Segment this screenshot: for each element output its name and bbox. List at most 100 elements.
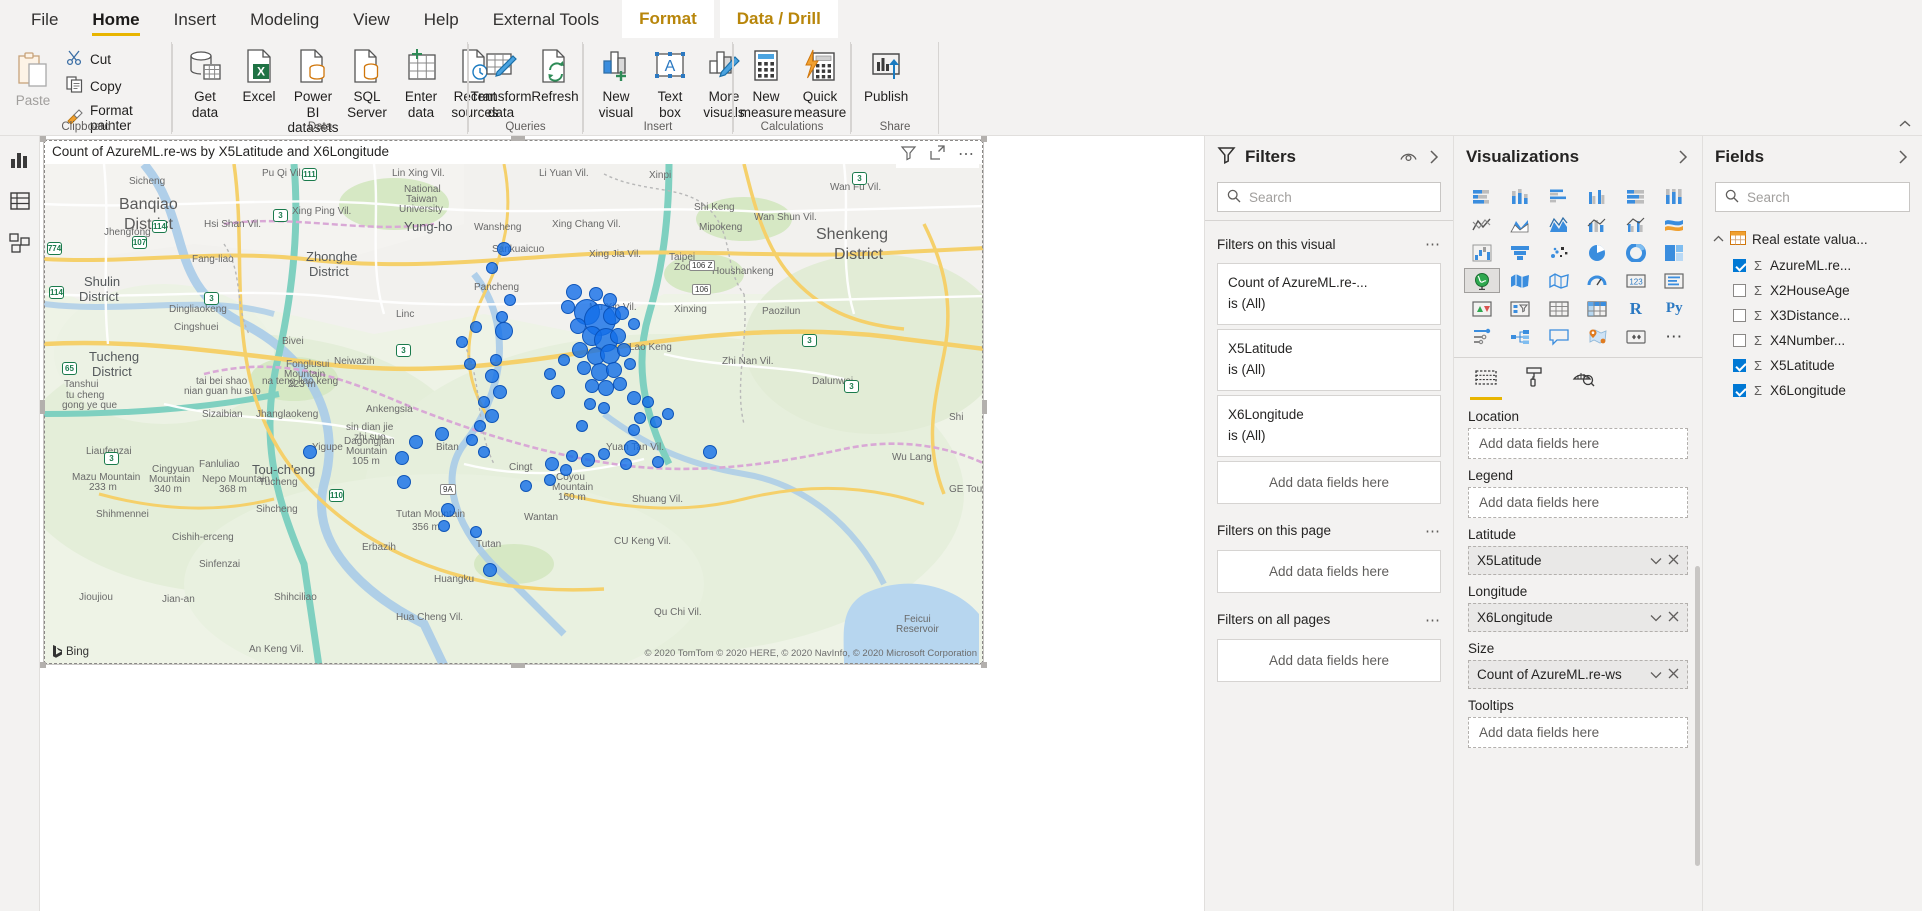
map-data-bubble[interactable]	[620, 458, 632, 470]
text-box-button[interactable]: A Text box	[643, 42, 697, 120]
well-field-size[interactable]: Count of AzureML.re-ws	[1468, 660, 1688, 689]
cut-button[interactable]: Cut	[62, 48, 162, 70]
map-data-bubble[interactable]	[561, 300, 575, 314]
map-data-bubble[interactable]	[589, 287, 603, 301]
map-data-bubble[interactable]	[464, 358, 476, 370]
collapse-visualizations-pane-icon[interactable]	[1676, 149, 1690, 165]
100-stacked-column-chart-icon[interactable]	[1657, 184, 1693, 209]
copy-button[interactable]: Copy	[62, 75, 162, 97]
map-data-bubble[interactable]	[544, 474, 556, 486]
multi-row-card-icon[interactable]	[1657, 268, 1693, 293]
bing-map[interactable]: Sicheng Pu Qi Vil. Lin Xing Vil. Li Yuan Vi…	[44, 164, 983, 664]
resize-handle-n[interactable]	[511, 136, 525, 141]
get-data-button[interactable]: Get data	[178, 42, 232, 120]
collapse-filters-pane-icon[interactable]	[1427, 149, 1441, 165]
clustered-bar-chart-icon[interactable]	[1541, 184, 1577, 209]
fields-tab[interactable]	[1470, 368, 1502, 400]
more-visuals-icon[interactable]: ⋯	[1657, 324, 1693, 349]
report-page[interactable]: Count of AzureML.re-ws by X5Latitude and…	[40, 136, 990, 716]
field-checkbox[interactable]	[1733, 334, 1746, 347]
map-data-bubble[interactable]	[598, 448, 610, 460]
chevron-down-icon[interactable]	[1650, 553, 1662, 568]
resize-handle-s[interactable]	[511, 663, 525, 668]
sidebar-item-data-view[interactable]	[7, 188, 33, 214]
python-visual-icon[interactable]: Py	[1657, 296, 1693, 321]
map-data-bubble[interactable]	[652, 456, 664, 468]
tab-home[interactable]: Home	[75, 2, 156, 38]
map-data-bubble[interactable]	[566, 284, 582, 300]
map-data-bubble[interactable]	[598, 380, 614, 396]
field-checkbox[interactable]	[1733, 284, 1746, 297]
ribbon-chart-icon[interactable]	[1657, 212, 1693, 237]
hide-pane-eye-icon[interactable]	[1399, 150, 1418, 164]
fields-search-input[interactable]: Search	[1715, 182, 1910, 212]
map-data-bubble[interactable]	[581, 453, 595, 467]
shape-map-icon[interactable]	[1541, 268, 1577, 293]
paginated-report-icon[interactable]	[1618, 324, 1654, 349]
filters-visual-drop-zone[interactable]: Add data fields here	[1217, 460, 1441, 504]
tab-file[interactable]: File	[14, 2, 75, 38]
quick-measure-button[interactable]: Quick measure	[793, 42, 847, 120]
well-drop-tooltips[interactable]: Add data fields here	[1468, 717, 1688, 748]
well-drop-location[interactable]: Add data fields here	[1468, 428, 1688, 459]
map-visual[interactable]: Count of AzureML.re-ws by X5Latitude and…	[40, 136, 987, 668]
stacked-column-chart-icon[interactable]	[1503, 184, 1539, 209]
chevron-down-icon[interactable]	[1650, 610, 1662, 625]
r-script-visual-icon[interactable]: R	[1618, 296, 1654, 321]
map-data-bubble[interactable]	[624, 440, 640, 456]
map-data-bubble[interactable]	[613, 377, 627, 391]
resize-handle-se[interactable]	[981, 662, 987, 668]
card-icon[interactable]: 123	[1618, 268, 1654, 293]
clustered-column-chart-icon[interactable]	[1580, 184, 1616, 209]
map-data-bubble[interactable]	[474, 420, 486, 432]
tab-data-drill[interactable]: Data / Drill	[719, 0, 838, 38]
map-data-bubble[interactable]	[610, 328, 626, 344]
excel-button[interactable]: X Excel	[232, 42, 286, 105]
donut-chart-icon[interactable]	[1618, 240, 1654, 265]
line-chart-icon[interactable]	[1464, 212, 1500, 237]
tab-help[interactable]: Help	[407, 2, 476, 38]
map-data-bubble[interactable]	[560, 464, 572, 476]
filter-card[interactable]: X6Longitude is (All)	[1217, 394, 1441, 457]
map-data-bubble[interactable]	[456, 336, 468, 348]
filters-page-drop-zone[interactable]: Add data fields here	[1217, 549, 1441, 593]
map-data-bubble[interactable]	[584, 398, 596, 410]
filters-search-input[interactable]: Search	[1217, 182, 1441, 212]
map-data-bubble[interactable]	[551, 385, 565, 399]
field-row-x3distance[interactable]: Σ X3Distance...	[1703, 303, 1922, 328]
resize-handle-w[interactable]	[40, 400, 45, 414]
map-data-bubble[interactable]	[566, 450, 578, 462]
field-checkbox[interactable]	[1733, 359, 1746, 372]
tab-view[interactable]: View	[336, 2, 407, 38]
gauge-icon[interactable]	[1580, 268, 1616, 293]
filters-section-all-pages-more-icon[interactable]: ⋯	[1425, 611, 1441, 629]
collapse-ribbon-button[interactable]	[1898, 117, 1912, 132]
map-data-bubble[interactable]	[628, 424, 640, 436]
chevron-up-icon[interactable]	[1713, 234, 1724, 246]
map-data-bubble[interactable]	[642, 396, 654, 408]
line-clustered-column-chart-icon[interactable]	[1618, 212, 1654, 237]
transform-data-button[interactable]: Transform data	[471, 42, 532, 120]
waterfall-chart-icon[interactable]	[1464, 240, 1500, 265]
map-data-bubble[interactable]	[585, 379, 599, 393]
filters-all-pages-drop-zone[interactable]: Add data fields here	[1217, 638, 1441, 682]
map-data-bubble[interactable]	[520, 480, 532, 492]
new-visual-button[interactable]: New visual	[589, 42, 643, 120]
treemap-icon[interactable]	[1657, 240, 1693, 265]
refresh-button[interactable]: Refresh	[528, 42, 582, 105]
filter-card[interactable]: X5Latitude is (All)	[1217, 328, 1441, 391]
map-data-bubble[interactable]	[577, 361, 591, 375]
map-data-bubble[interactable]	[603, 293, 617, 307]
filled-map-icon[interactable]	[1503, 268, 1539, 293]
remove-field-icon[interactable]	[1668, 553, 1679, 568]
map-data-bubble[interactable]	[303, 445, 317, 459]
remove-field-icon[interactable]	[1668, 667, 1679, 682]
map-data-bubble[interactable]	[544, 368, 556, 380]
format-tab[interactable]	[1524, 366, 1546, 400]
matrix-icon[interactable]	[1580, 296, 1616, 321]
map-data-bubble[interactable]	[634, 412, 646, 424]
map-data-bubble[interactable]	[650, 416, 662, 428]
map-icon[interactable]	[1464, 268, 1500, 293]
visualizations-pane-scrollbar[interactable]	[1695, 566, 1700, 866]
stacked-bar-chart-icon[interactable]	[1464, 184, 1500, 209]
